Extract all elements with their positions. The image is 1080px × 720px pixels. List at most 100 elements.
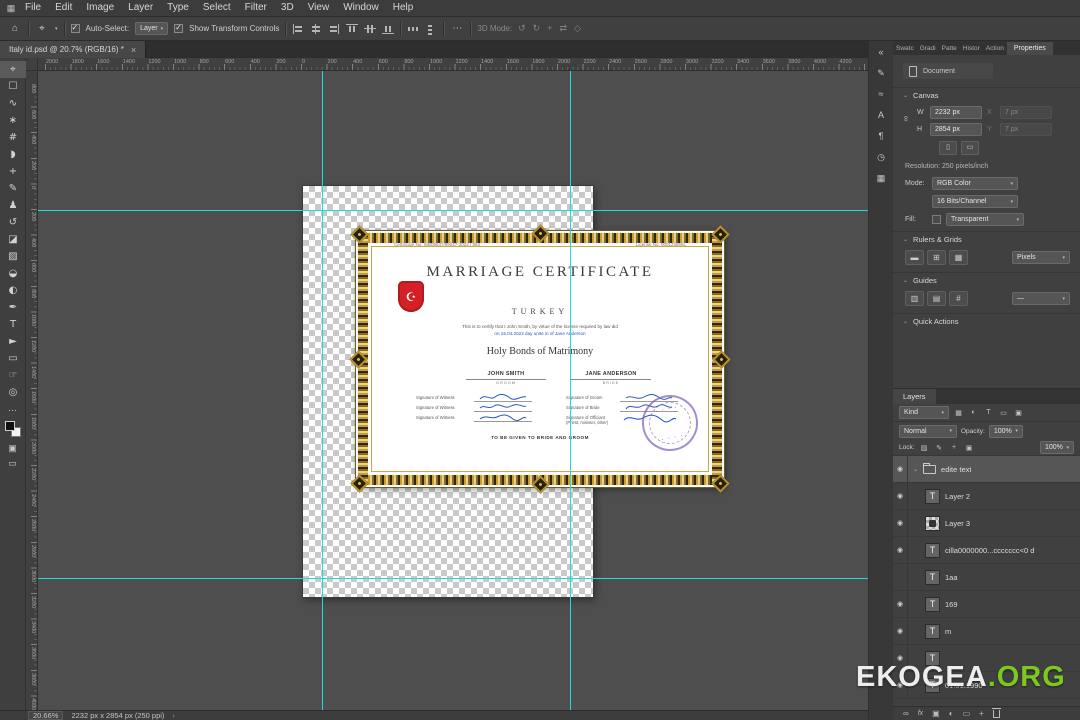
document-tab[interactable]: Italy id.psd @ 20.7% (RGB/16) * × <box>0 41 147 58</box>
tab-layers[interactable]: Layers <box>893 389 936 404</box>
layer-name[interactable]: 169 <box>945 600 958 609</box>
menu-help[interactable]: Help <box>386 0 421 16</box>
distribute-vertical-icon[interactable] <box>425 24 437 34</box>
layer-name[interactable]: Layer 3 <box>945 519 970 528</box>
layer-row[interactable]: ◉ cilla0000000...ccccccc<0 d <box>893 537 1080 564</box>
opacity-select[interactable]: 100% ▾ <box>988 424 1023 438</box>
vertical-ruler[interactable]: 800 600 400 200 0 200 400 600 800 1000 1200 1400 160… <box>26 71 38 710</box>
layer-row[interactable]: ◉ Layer 3 <box>893 510 1080 537</box>
lock-pixels-icon[interactable]: ✎ <box>934 444 945 452</box>
clear-guides-button[interactable]: # <box>949 291 968 306</box>
quick-actions-section-header[interactable]: ⌄ Quick Actions <box>893 313 1080 329</box>
edit-toolbar-icon[interactable]: ⋯ <box>8 405 17 416</box>
tab-swatches[interactable]: Swatc <box>893 42 917 55</box>
info-panel-icon[interactable]: ▦ <box>872 169 891 187</box>
height-field[interactable]: 2854 px <box>930 123 982 136</box>
crop-tool[interactable]: # <box>0 129 26 146</box>
menu-select[interactable]: Select <box>196 0 238 16</box>
pixel-filter-icon[interactable]: ▦ <box>953 409 964 417</box>
blur-tool[interactable]: ◒ <box>0 265 26 282</box>
brush-settings-icon[interactable]: ✎ <box>872 64 891 82</box>
path-select-tool[interactable]: ► <box>0 333 26 350</box>
horizontal-guide[interactable] <box>38 578 868 579</box>
visibility-toggle[interactable]: ◉ <box>893 456 908 482</box>
add-mask-icon[interactable]: ▣ <box>932 709 940 718</box>
type-filter-icon[interactable]: T <box>983 409 994 416</box>
shape-filter-icon[interactable]: ▭ <box>998 409 1009 417</box>
kind-filter-select[interactable]: Kind ▾ <box>899 406 949 419</box>
layer-row[interactable]: ◉ 169 <box>893 591 1080 618</box>
toggle-rulers-button[interactable]: ▬ <box>905 250 924 265</box>
horizontal-guide[interactable] <box>38 210 868 211</box>
lasso-tool[interactable]: ∿ <box>0 95 26 112</box>
toggle-grid-button[interactable]: ⊞ <box>927 250 946 265</box>
vertical-guide[interactable] <box>570 71 571 710</box>
3d-drag-icon[interactable]: + <box>547 23 552 34</box>
align-right-icon[interactable] <box>328 23 340 34</box>
lock-position-icon[interactable]: + <box>949 444 960 451</box>
visibility-toggle[interactable]: ◉ <box>893 618 908 644</box>
quick-mask-icon[interactable]: ▣ <box>8 443 17 454</box>
tab-actions[interactable]: Action <box>983 42 1007 55</box>
menu-3d[interactable]: 3D <box>274 0 301 16</box>
layer-name[interactable]: Layer 2 <box>945 492 970 501</box>
tab-gradients[interactable]: Gradi <box>917 42 939 55</box>
link-dimensions-icon[interactable]: ∞ <box>901 116 910 122</box>
character-panel-icon[interactable]: A <box>872 106 891 124</box>
adjustment-filter-icon[interactable]: ◐ <box>968 409 979 416</box>
eraser-tool[interactable]: ◪ <box>0 231 26 248</box>
group-expand-icon[interactable]: ⌄ <box>913 466 918 473</box>
menu-layer[interactable]: Layer <box>121 0 160 16</box>
history-brush-tool[interactable]: ↺ <box>0 214 26 231</box>
canvas-section-header[interactable]: ⌄ Canvas <box>893 87 1080 103</box>
align-left-icon[interactable] <box>292 23 304 34</box>
layer-name[interactable]: m <box>945 627 951 636</box>
color-mode-select[interactable]: RGB Color ▾ <box>932 177 1018 190</box>
zoom-tool[interactable]: ◎ <box>0 384 26 401</box>
rulers-grids-section-header[interactable]: ⌄ Rulers & Grids <box>893 231 1080 247</box>
guides-section-header[interactable]: ⌄ Guides <box>893 272 1080 288</box>
clone-stamp-tool[interactable]: ♟ <box>0 197 26 214</box>
link-layers-icon[interactable]: ∞ <box>903 709 909 718</box>
new-horizontal-guide-button[interactable]: ▤ <box>927 291 946 306</box>
landscape-orientation-button[interactable]: ▭ <box>961 141 979 155</box>
align-bottom-icon[interactable] <box>382 24 395 34</box>
screen-mode-icon[interactable]: ▭ <box>8 458 17 469</box>
fill-select[interactable]: Transparent ▾ <box>946 213 1024 226</box>
smart-object-filter-icon[interactable]: ▣ <box>1013 409 1024 417</box>
gradient-tool[interactable]: ▨ <box>0 248 26 265</box>
collapse-panels-icon[interactable]: « <box>872 43 891 61</box>
status-chevron-icon[interactable]: › <box>172 711 175 720</box>
portrait-orientation-button[interactable]: ▯ <box>939 141 957 155</box>
lock-all-icon[interactable]: ▣ <box>964 444 975 452</box>
fill-checkbox[interactable] <box>932 215 941 224</box>
visibility-toggle[interactable]: ◉ <box>893 483 908 509</box>
app-icon[interactable]: ▦ <box>4 3 18 14</box>
layer-name[interactable]: 1aa <box>945 573 958 582</box>
healing-brush-tool[interactable]: + <box>0 163 26 180</box>
bit-depth-select[interactable]: 16 Bits/Channel ▾ <box>932 195 1018 208</box>
eyedropper-tool[interactable]: ◗ <box>0 146 26 163</box>
vertical-guide[interactable] <box>322 71 323 710</box>
fill-opacity-select[interactable]: 100% ▾ <box>1040 441 1074 454</box>
paragraph-panel-icon[interactable]: ¶ <box>872 127 891 145</box>
guide-style-select[interactable]: — ▾ <box>1012 292 1070 305</box>
brushes-icon[interactable]: ≈ <box>872 85 891 103</box>
brush-tool[interactable]: ✎ <box>0 180 26 197</box>
layer-effects-icon[interactable]: fx <box>918 710 923 717</box>
auto-select-target-select[interactable]: Layer ▾ <box>135 22 169 35</box>
home-icon[interactable]: ⌂ <box>8 23 22 34</box>
pen-tool[interactable]: ✒ <box>0 299 26 316</box>
width-field[interactable]: 2232 px <box>930 106 982 119</box>
blend-mode-select[interactable]: Normal ▾ <box>899 424 957 438</box>
menu-type[interactable]: Type <box>160 0 196 16</box>
menu-view[interactable]: View <box>301 0 337 16</box>
grid-options-button[interactable]: ▦ <box>949 250 968 265</box>
tab-properties[interactable]: Properties <box>1006 42 1053 55</box>
align-top-icon[interactable] <box>346 23 359 34</box>
align-middle-icon[interactable] <box>364 24 377 34</box>
type-tool[interactable]: T <box>0 316 26 333</box>
3d-slide-icon[interactable]: ⇄ <box>559 23 567 34</box>
history-panel-icon[interactable]: ◷ <box>872 148 891 166</box>
layer-row[interactable]: ◉ m <box>893 618 1080 645</box>
